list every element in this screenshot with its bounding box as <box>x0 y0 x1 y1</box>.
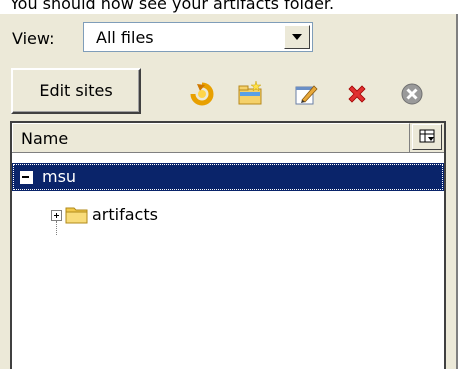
column-chooser-icon <box>419 129 435 143</box>
collapse-icon[interactable] <box>20 171 33 184</box>
folder-icon <box>65 207 88 224</box>
view-select-value: All files <box>96 28 154 47</box>
tree-item-label: msu <box>42 167 77 186</box>
new-folder-icon[interactable] <box>236 80 264 108</box>
delete-icon[interactable] <box>343 80 371 108</box>
tree-row-msu[interactable]: msu <box>12 163 444 191</box>
name-column-label: Name <box>21 129 69 148</box>
edit-icon[interactable] <box>292 80 320 108</box>
name-column-header[interactable]: Name <box>12 123 410 152</box>
refresh-icon[interactable] <box>188 80 216 108</box>
tree-header: Name <box>12 123 444 153</box>
edit-sites-label: Edit sites <box>39 81 113 100</box>
tree-item-label: artifacts <box>92 205 158 224</box>
site-tree[interactable]: Name msu artifacts <box>10 121 446 369</box>
column-chooser-button[interactable] <box>412 124 442 150</box>
panel-right-edge <box>456 14 458 369</box>
view-select[interactable]: All files <box>83 22 313 52</box>
tree-connector <box>56 221 58 235</box>
tree-row-artifacts[interactable]: artifacts <box>12 201 444 235</box>
stop-icon[interactable] <box>398 80 426 108</box>
edit-sites-button[interactable]: Edit sites <box>11 68 141 114</box>
view-label: View: <box>12 29 55 48</box>
view-dropdown-button[interactable] <box>284 25 310 49</box>
instruction-caption: You should now see your artifacts folder… <box>10 0 335 13</box>
expand-icon[interactable] <box>51 210 62 221</box>
chevron-down-icon <box>292 34 302 40</box>
